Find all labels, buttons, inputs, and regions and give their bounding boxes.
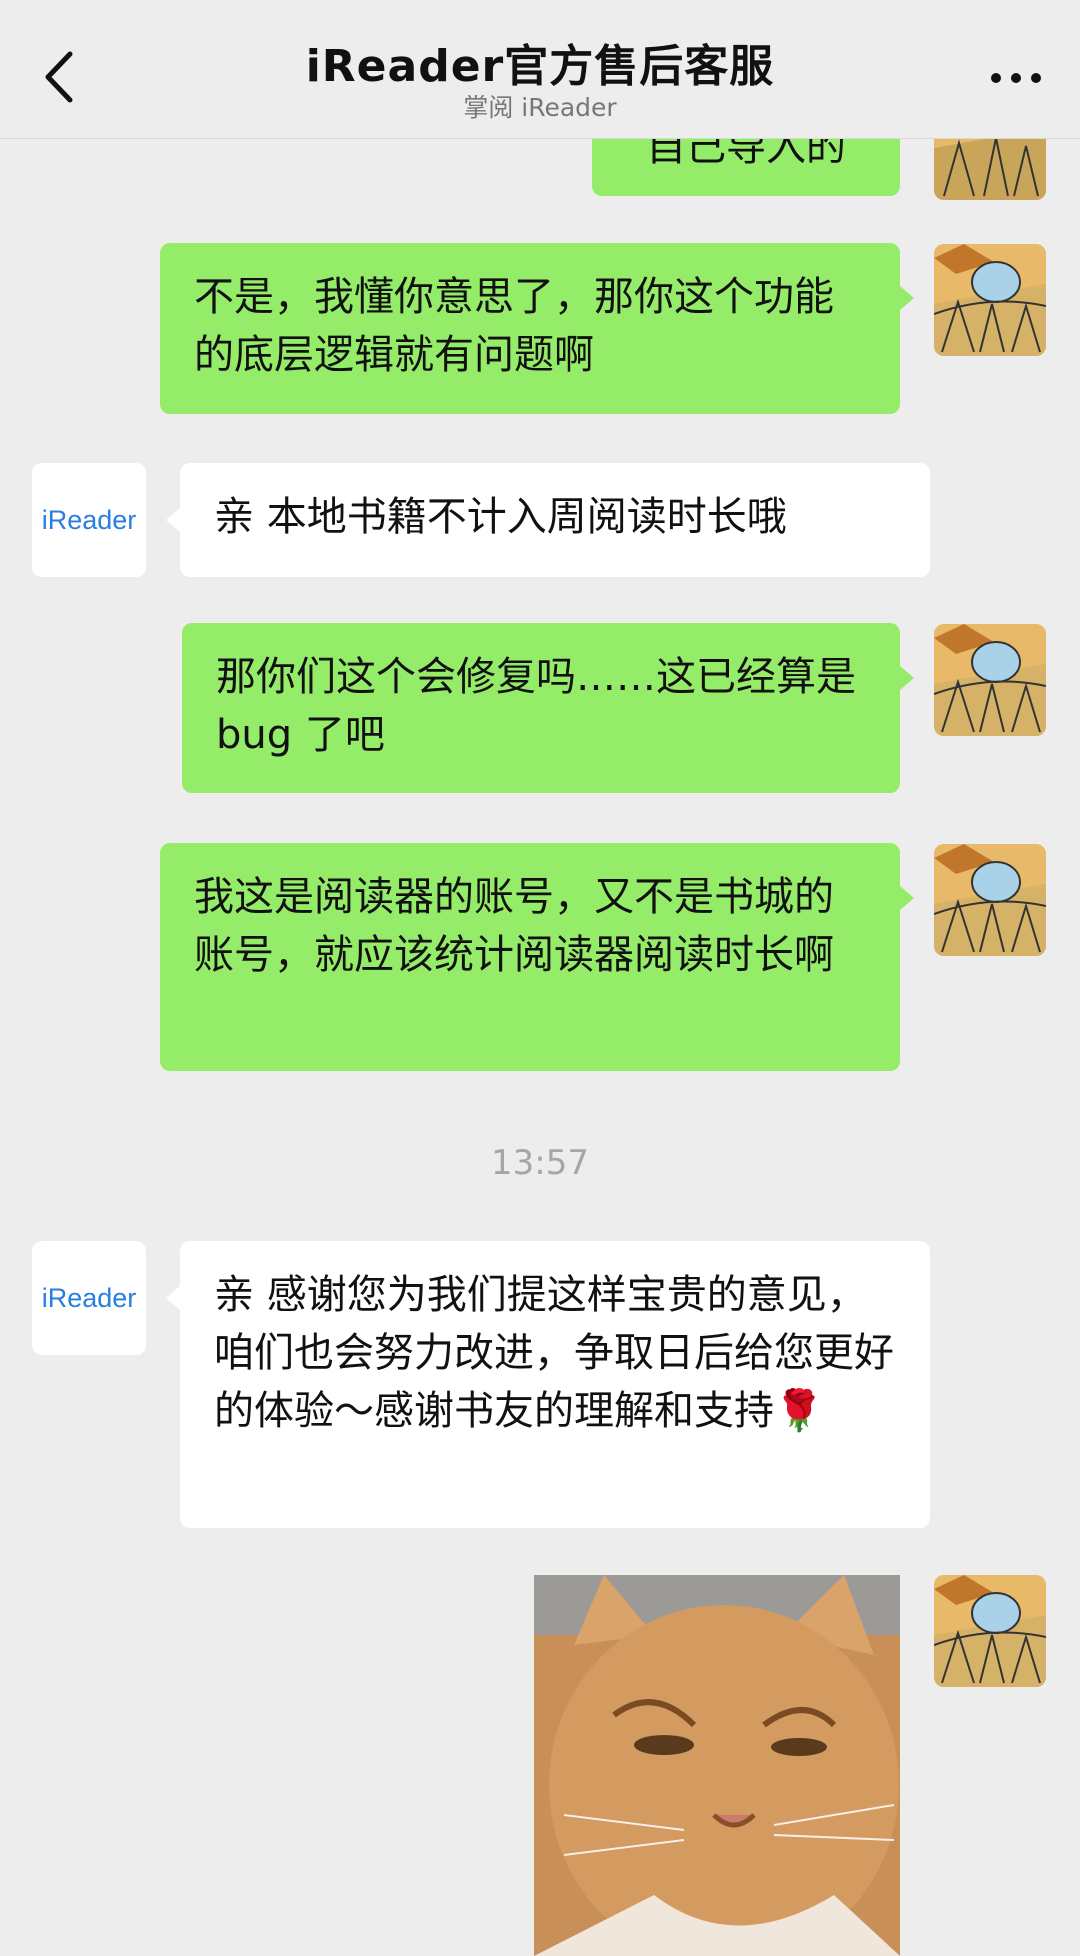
chat-subtitle: 掌阅 iReader [463,93,617,122]
message-bubble-user[interactable]: 我这是阅读器的账号，又不是书城的账号，就应该统计阅读器阅读时长啊 [160,843,900,1071]
more-dots-icon [991,73,1041,83]
service-avatar[interactable]: iReader [32,1241,146,1355]
message-timestamp: 13:57 [491,1143,589,1183]
message-bubble-service[interactable]: 亲 本地书籍不计入周阅读时长哦 [180,463,930,577]
message-bubble-user[interactable]: 那你们这个会修复吗……这已经算是 bug 了吧 [182,623,900,793]
chat-title: iReader官方售后客服 [305,41,775,92]
user-avatar[interactable] [934,844,1046,956]
user-avatar[interactable] [934,624,1046,736]
ireader-logo: iReader [41,504,137,535]
message-bubble-service[interactable]: 亲 感谢您为我们提这样宝贵的意见，咱们也会努力改进，争取日后给您更好的体验～感谢… [180,1241,930,1528]
ireader-logo: iReader [41,1282,137,1313]
more-button[interactable] [986,58,1046,98]
chat-header: iReader官方售后客服 掌阅 iReader [0,0,1080,139]
cat-sticker-image[interactable] [534,1575,900,1956]
service-avatar[interactable]: iReader [32,463,146,577]
user-avatar[interactable] [934,244,1046,356]
user-avatar[interactable] [934,1575,1046,1687]
message-bubble-user[interactable]: 不是，我懂你意思了，那你这个功能的底层逻辑就有问题啊 [160,243,900,414]
